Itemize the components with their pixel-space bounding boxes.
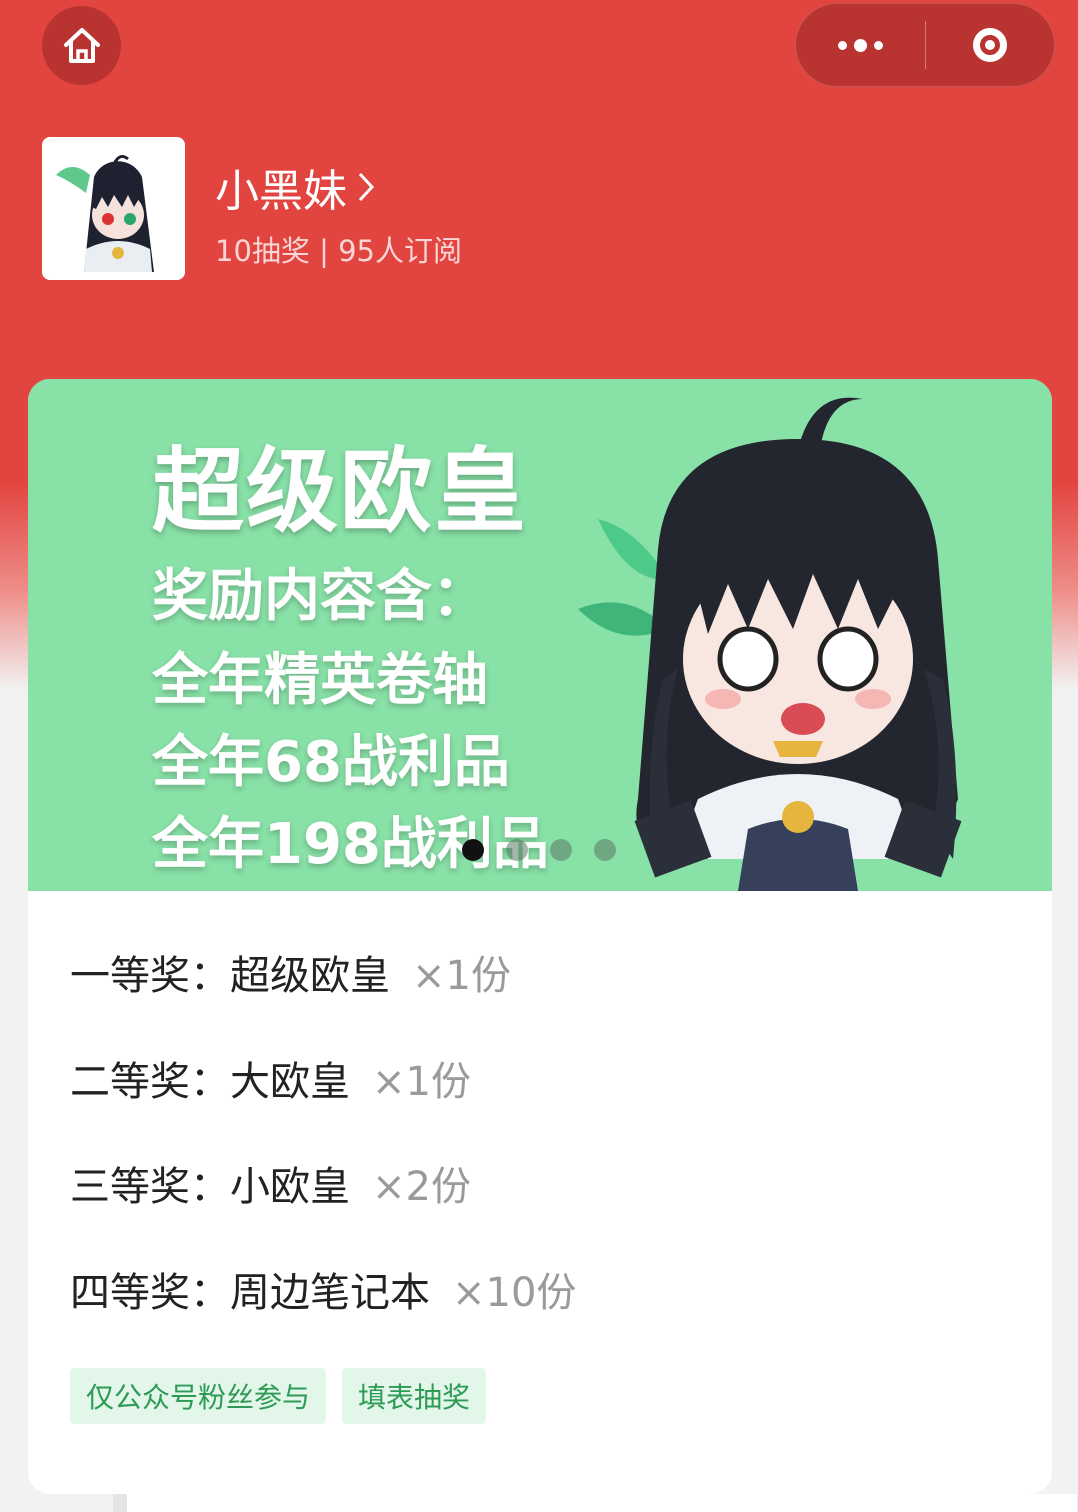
prize-name: 大欧皇: [230, 1059, 350, 1105]
publisher-avatar[interactable]: [42, 137, 185, 280]
prize-level: 一等奖：: [70, 953, 230, 999]
lottery-card: 超级欧皇 奖励内容含： 全年精英卷轴 全年68战利品 全年198战利品 一等奖：…: [28, 379, 1052, 1494]
close-mini-program-button[interactable]: [925, 4, 1054, 86]
prize-row: 一等奖： 超级欧皇 ×1份: [70, 943, 511, 1001]
mini-program-capsule: [795, 3, 1055, 87]
prize-row: 二等奖： 大欧皇 ×1份: [70, 1049, 471, 1107]
prize-level: 三等奖：: [70, 1164, 230, 1210]
carousel-dot[interactable]: [550, 839, 572, 861]
home-icon: [63, 27, 100, 63]
publisher-name: 小黑妹: [215, 166, 347, 217]
target-icon: [972, 28, 1007, 62]
prize-quantity: ×1份: [412, 953, 511, 999]
condition-tags: 仅公众号粉丝参与 填表抽奖: [70, 1368, 487, 1424]
banner-line: 全年精英卷轴: [152, 648, 488, 713]
prize-row: 四等奖： 周边笔记本 ×10份: [70, 1260, 576, 1318]
carousel-indicators: [462, 839, 616, 861]
publisher-stats: 10抽奖 | 95人订阅: [215, 234, 463, 268]
mascot-illustration: [578, 397, 962, 891]
prize-name: 超级欧皇: [230, 953, 390, 999]
banner-line: 奖励内容含：: [152, 564, 488, 629]
tag-fans-only: 仅公众号粉丝参与: [70, 1368, 327, 1424]
banner-title: 超级欧皇: [152, 438, 529, 545]
next-card-edge: [113, 1494, 1077, 1512]
publisher-name-link[interactable]: 小黑妹: [215, 155, 375, 219]
prize-name: 周边笔记本: [230, 1270, 430, 1316]
banner-line: 全年68战利品: [152, 730, 510, 795]
prize-level: 二等奖：: [70, 1059, 230, 1105]
more-dots-icon: [837, 38, 883, 52]
home-button[interactable]: [42, 6, 121, 85]
tag-form-lottery: 填表抽奖: [342, 1368, 487, 1424]
carousel-dot[interactable]: [594, 839, 616, 861]
prize-row: 三等奖： 小欧皇 ×2份: [70, 1154, 471, 1212]
prize-quantity: ×10份: [452, 1270, 577, 1316]
prize-level: 四等奖：: [70, 1270, 230, 1316]
prize-quantity: ×2份: [372, 1164, 471, 1210]
prize-name: 小欧皇: [230, 1164, 350, 1210]
more-button[interactable]: [796, 4, 925, 86]
carousel-dot[interactable]: [506, 839, 528, 861]
banner-carousel[interactable]: 超级欧皇 奖励内容含： 全年精英卷轴 全年68战利品 全年198战利品: [28, 379, 1052, 891]
carousel-dot[interactable]: [462, 839, 484, 861]
chevron-right-icon: [358, 172, 375, 202]
prize-quantity: ×1份: [372, 1059, 471, 1105]
